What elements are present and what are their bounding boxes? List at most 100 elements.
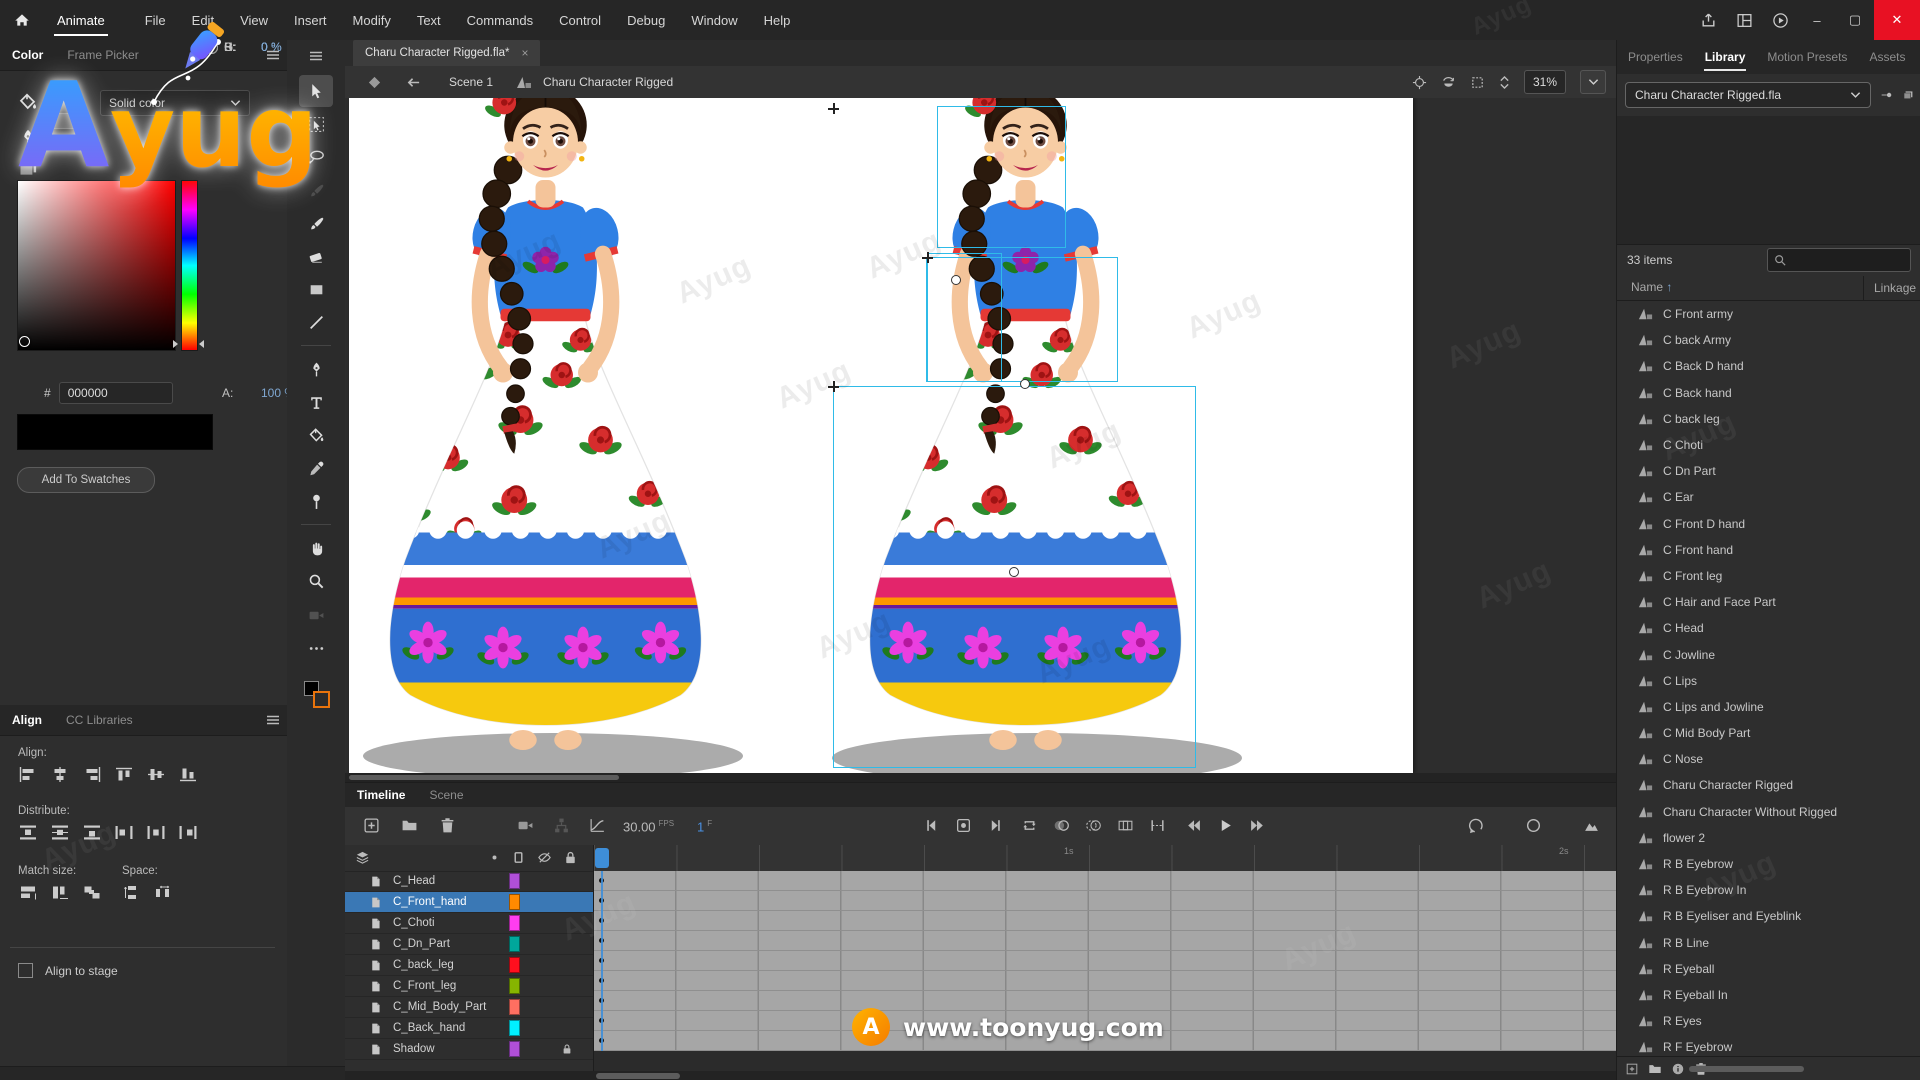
C Hair and Face Part[interactable]: C Hair and Face Part: [1617, 589, 1920, 615]
step-back-icon[interactable]: [1185, 817, 1202, 834]
pen-tool[interactable]: [299, 353, 333, 385]
breadcrumb-scene[interactable]: Scene 1: [449, 75, 493, 89]
color-panel-tab[interactable]: Frame Picker: [55, 48, 150, 62]
zoom-stepper-icon[interactable]: [1499, 75, 1510, 90]
properties-info-icon[interactable]: [1671, 1062, 1685, 1076]
align-button[interactable]: [144, 765, 168, 784]
C Jowline[interactable]: C Jowline: [1617, 641, 1920, 667]
distribute-button[interactable]: [80, 823, 104, 842]
tool-color-swatches[interactable]: [304, 681, 328, 707]
frame-rate[interactable]: 30.00FPS: [623, 819, 674, 834]
C_Head[interactable]: [594, 871, 1616, 891]
home-button[interactable]: [0, 0, 44, 40]
C_Front_hand[interactable]: C_Front_hand: [345, 892, 593, 913]
transform-box-arm[interactable]: [927, 253, 1002, 382]
visibility-column-icon[interactable]: [537, 850, 552, 865]
layer-color-swatch[interactable]: [509, 1020, 520, 1036]
C Head[interactable]: C Head: [1617, 615, 1920, 641]
space-button[interactable]: [120, 883, 144, 902]
playhead[interactable]: [595, 848, 609, 868]
frame-view-icon[interactable]: [1583, 817, 1600, 834]
C_Front_leg[interactable]: C_Front_leg: [345, 976, 593, 997]
C_back_leg[interactable]: [594, 951, 1616, 971]
layer-color-swatch[interactable]: [509, 915, 520, 931]
play-icon[interactable]: [1217, 817, 1234, 834]
scrollbar-thumb[interactable]: [1689, 1066, 1804, 1072]
next-frame-icon[interactable]: [987, 817, 1004, 834]
transform-box-skirt[interactable]: [833, 386, 1196, 768]
Charu Character Rigged[interactable]: Charu Character Rigged: [1617, 772, 1920, 798]
layer-color-swatch[interactable]: [509, 999, 520, 1015]
timeline-tab[interactable]: Timeline: [345, 788, 417, 802]
step-forward-icon[interactable]: [1249, 817, 1266, 834]
C_Back_hand[interactable]: C_Back_hand: [345, 1018, 593, 1039]
match-size-button[interactable]: [16, 883, 40, 902]
reset-timeline-icon[interactable]: [1467, 817, 1484, 834]
camera-icon[interactable]: [517, 817, 534, 834]
hand-tool[interactable]: [299, 532, 333, 564]
R Eyeball In[interactable]: R Eyeball In: [1617, 982, 1920, 1008]
color-panel-tab[interactable]: Color: [0, 48, 55, 62]
C_Mid_Body_Part[interactable]: C_Mid_Body_Part: [345, 997, 593, 1018]
align-panel-tab[interactable]: CC Libraries: [54, 713, 145, 727]
right-panel-tab[interactable]: Assets: [1858, 40, 1916, 74]
C_Front_leg[interactable]: [594, 971, 1616, 991]
menu-item[interactable]: Window: [678, 0, 750, 40]
selection-tool[interactable]: [299, 75, 333, 107]
layer-color-swatch[interactable]: [509, 873, 520, 889]
rotate-stage-icon[interactable]: [1441, 75, 1456, 90]
Shadow[interactable]: Shadow: [345, 1039, 593, 1060]
share-button[interactable]: [1690, 0, 1726, 40]
close-button[interactable]: ✕: [1874, 0, 1920, 40]
eyedropper-tool[interactable]: [299, 452, 333, 484]
line-tool[interactable]: [299, 306, 333, 338]
C Back D hand[interactable]: C Back D hand: [1617, 353, 1920, 379]
zoom-dropdown-button[interactable]: [1580, 70, 1606, 94]
C_Back_hand[interactable]: [594, 1011, 1616, 1031]
C back Army[interactable]: C back Army: [1617, 327, 1920, 353]
new-folder-icon[interactable]: [401, 817, 418, 834]
lock-column-icon[interactable]: [563, 850, 578, 865]
maximize-button[interactable]: ▢: [1836, 0, 1874, 40]
previous-frame-icon[interactable]: [923, 817, 940, 834]
close-tab-icon[interactable]: ×: [521, 46, 528, 60]
graph-editor-icon[interactable]: [589, 817, 606, 834]
center-stage-icon[interactable]: [1412, 75, 1427, 90]
zoom-tool[interactable]: [299, 565, 333, 597]
loop-icon[interactable]: [1021, 817, 1038, 834]
C Lips and Jowline[interactable]: C Lips and Jowline: [1617, 694, 1920, 720]
more-tools[interactable]: [299, 632, 333, 664]
lock-icon[interactable]: [561, 1043, 573, 1055]
asset-warp-tool[interactable]: [299, 485, 333, 517]
menu-item[interactable]: Insert: [281, 0, 340, 40]
color-type-dropdown[interactable]: Solid color: [100, 90, 250, 116]
edit-symbols-icon[interactable]: [367, 75, 382, 90]
overlap-swatch-icon[interactable]: [18, 158, 38, 178]
library-file-dropdown[interactable]: Charu Character Rigged.fla: [1625, 82, 1871, 108]
scrollbar-thumb[interactable]: [596, 1073, 680, 1079]
menu-item[interactable]: Edit: [179, 0, 227, 40]
paint-bucket-tool[interactable]: [299, 419, 333, 451]
fill-swatch[interactable]: [313, 691, 330, 708]
distribute-button[interactable]: [16, 823, 40, 842]
stage[interactable]: Ayug Ayug Ayug Ayug Ayug Ayug Ayug Ayug …: [345, 98, 1616, 782]
R Eyeball[interactable]: R Eyeball: [1617, 956, 1920, 982]
parenting-view-icon[interactable]: [553, 817, 570, 834]
fill-color-swatch[interactable]: [50, 93, 78, 113]
align-panel-tab[interactable]: Align: [0, 713, 54, 727]
match-size-button[interactable]: [48, 883, 72, 902]
align-button[interactable]: [80, 765, 104, 784]
menu-item[interactable]: Control: [546, 0, 614, 40]
align-button[interactable]: [16, 765, 40, 784]
timeline-tab[interactable]: Scene: [417, 788, 475, 802]
highlight-column-icon[interactable]: [487, 850, 502, 865]
scrollbar-thumb[interactable]: [349, 775, 619, 780]
color-field-radio[interactable]: [205, 41, 218, 54]
onion-outline-icon[interactable]: [1085, 817, 1102, 834]
distribute-button[interactable]: [48, 823, 72, 842]
outline-column-icon[interactable]: [511, 850, 526, 865]
flower 2[interactable]: flower 2: [1617, 825, 1920, 851]
menu-item[interactable]: Help: [751, 0, 804, 40]
back-arrow-icon[interactable]: [406, 75, 421, 90]
distribute-button[interactable]: [176, 823, 200, 842]
